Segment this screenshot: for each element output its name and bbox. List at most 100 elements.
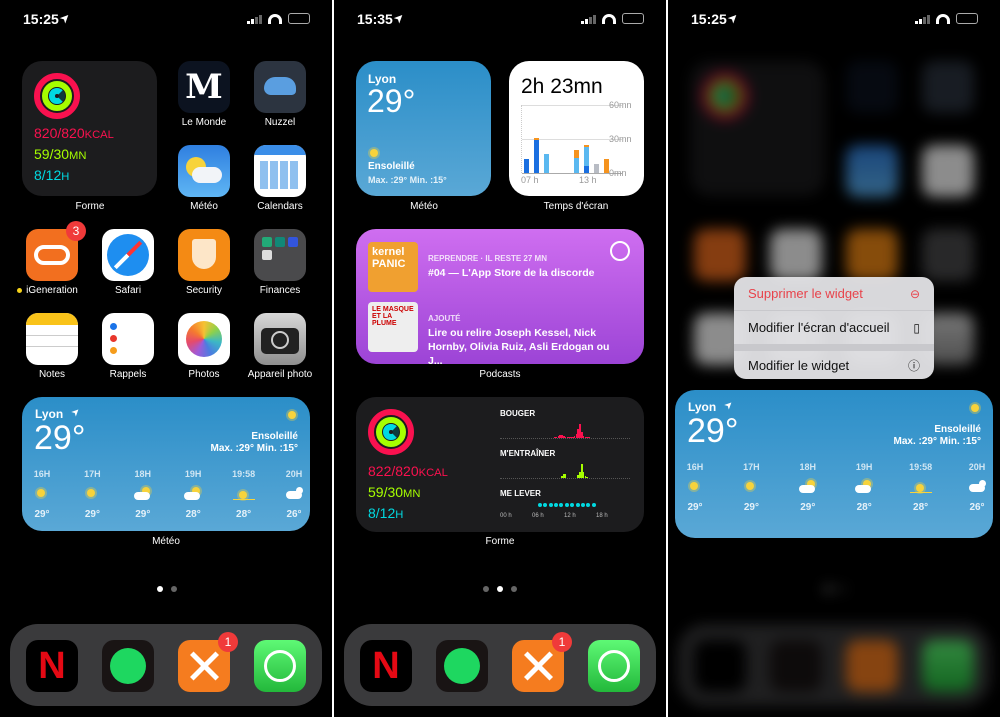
forme-unit: MN <box>403 488 421 500</box>
weather-icon[interactable] <box>178 145 230 197</box>
activity-rings-icon <box>34 73 80 119</box>
security-shield-icon[interactable] <box>178 229 230 281</box>
le-monde-icon[interactable] <box>846 61 898 113</box>
hour-temp: 26° <box>286 509 302 520</box>
hour-label: 20H <box>968 462 986 472</box>
stand-dot <box>554 503 558 507</box>
spotify-icon[interactable] <box>436 640 488 692</box>
forme-mn-value: 59/30MN <box>368 484 420 500</box>
spotify-icon[interactable] <box>770 640 822 692</box>
forme-unit: H <box>395 509 404 521</box>
page-dot[interactable] <box>171 586 177 592</box>
podcast-title[interactable]: #04 — L'App Store de la discorde <box>428 266 618 280</box>
sun-shape <box>915 484 924 492</box>
sunset-icon <box>909 478 932 494</box>
netflix-icon[interactable]: N <box>26 640 78 692</box>
forme-widget-medium[interactable]: 822/820KCAL 59/30MN 8/12H BOUGER M'ENTRAÎNER… <box>356 397 644 532</box>
netflix-icon[interactable]: N <box>360 640 412 692</box>
widget-label: Temps d'écran <box>543 201 609 212</box>
page-dot[interactable] <box>511 586 517 592</box>
location-arrow-icon: ➤ <box>722 398 737 413</box>
hour-temp: 29° <box>135 509 151 520</box>
igeneration-icon[interactable] <box>694 229 746 281</box>
sun-shape <box>37 489 45 497</box>
page-dot[interactable] <box>157 586 163 592</box>
le-masque-artwork[interactable]: LE MASQUE ET LA PLUME <box>368 302 418 352</box>
y-tick: 60mn <box>609 100 632 110</box>
whatsapp-icon[interactable] <box>922 640 974 692</box>
hour-temp: 28° <box>236 509 252 520</box>
hour-temp: 29° <box>687 502 703 513</box>
partly-cloudy-icon <box>853 478 875 494</box>
screen-time-bar <box>584 166 589 173</box>
nuzzel-hedgehog-icon[interactable] <box>254 61 306 113</box>
screen-time-chart <box>521 105 622 174</box>
activity-bar <box>586 477 588 478</box>
netflix-icon[interactable] <box>694 640 746 692</box>
whatsapp-icon[interactable] <box>588 640 640 692</box>
stand-dot <box>575 503 580 507</box>
nuzzel-hedgehog-icon[interactable] <box>922 61 974 113</box>
x-tick: 00 h <box>500 513 512 519</box>
folder-icon[interactable] <box>922 229 974 281</box>
minus-circle-menu-item[interactable]: Supprimer le widget ⊖ <box>734 277 934 311</box>
orange-app-icon[interactable] <box>846 640 898 692</box>
forme-kcal-value: 822/820KCAL <box>368 463 448 479</box>
activity-bar <box>588 437 590 438</box>
podcasts-widget[interactable]: kernel PANIC REPRENDRE · IL RESTE 27 MN #0… <box>356 229 644 364</box>
moon-shape <box>296 487 303 494</box>
notes-icon[interactable] <box>26 313 78 365</box>
cloud-shape <box>133 492 150 500</box>
cloudy-night-icon <box>283 485 305 501</box>
status-icons <box>581 13 644 24</box>
security-shield-icon[interactable] <box>846 229 898 281</box>
weather-widget[interactable]: Lyon ➤ 29° Ensoleillé Max. :29° Min. :15° 16H… <box>675 390 993 538</box>
le-monde-icon[interactable]: M <box>178 61 230 113</box>
forme-widget[interactable]: 820/820KCAL 59/30MN 8/12H <box>22 61 157 196</box>
screen-time-bar <box>544 153 549 173</box>
stand-dot <box>591 503 596 507</box>
safari-compass-icon[interactable] <box>102 229 154 281</box>
reminders-icon[interactable] <box>102 313 154 365</box>
sunset-icon <box>232 485 255 501</box>
safari-compass-icon[interactable] <box>770 229 822 281</box>
info-menu-item[interactable]: Modifier le widget ⓘ <box>734 345 934 379</box>
hour-temp: 29° <box>34 509 50 520</box>
app-label: Finances <box>259 285 301 296</box>
forme-widget <box>690 61 825 196</box>
weather-icon[interactable] <box>846 145 898 197</box>
hour-temp: 28° <box>185 509 201 520</box>
weather-widget[interactable]: Lyon ➤ 29° Ensoleillé Max. :29° Min. :15° 16H… <box>22 397 310 531</box>
horizon-line <box>232 499 255 500</box>
hour-temp: 28° <box>913 502 929 513</box>
photos-icon[interactable] <box>178 313 230 365</box>
phone-menu-item[interactable]: Modifier l'écran d'accueil ▯ <box>734 311 934 345</box>
page-dot[interactable] <box>497 586 503 592</box>
hour-label: 19H <box>855 462 873 472</box>
forme-value: 820/820 <box>34 125 85 141</box>
cloud-shape <box>184 492 201 500</box>
whatsapp-icon[interactable] <box>254 640 306 692</box>
widget-label: Podcasts <box>479 369 521 380</box>
hour-label: 17H <box>84 469 101 479</box>
home-screen-2: 15:35 ➤ Lyon 29° Ensoleillé Max. :29° Min. :1… <box>334 0 666 717</box>
screen-time-widget[interactable]: 2h 23mn 60mn 30mn 0mn 07 h 13 h <box>509 61 644 196</box>
battery-icon <box>288 13 310 24</box>
notification-badge: 1 <box>218 632 238 652</box>
folder-icon[interactable] <box>254 229 306 281</box>
cloudy-night-icon <box>966 478 988 494</box>
kernel-panic-artwork[interactable]: kernel PANIC <box>368 242 418 292</box>
page-dot[interactable] <box>839 586 845 592</box>
widget-label: Météo <box>410 201 438 212</box>
activity-bar <box>564 474 567 478</box>
hour-label: 19:58 <box>232 469 256 479</box>
calendar-icon[interactable] <box>254 145 306 197</box>
page-dot[interactable] <box>825 586 831 592</box>
weather-widget-small[interactable]: Lyon 29° Ensoleillé Max. :29° Min. :15° <box>356 61 491 196</box>
podcast-title[interactable]: Lire ou relire Joseph Kessel, Nick Hornb… <box>428 326 618 364</box>
page-dot[interactable] <box>483 586 489 592</box>
wifi-icon <box>602 13 616 24</box>
camera-icon[interactable] <box>254 313 306 365</box>
calendar-icon[interactable] <box>922 145 974 197</box>
spotify-icon[interactable] <box>102 640 154 692</box>
